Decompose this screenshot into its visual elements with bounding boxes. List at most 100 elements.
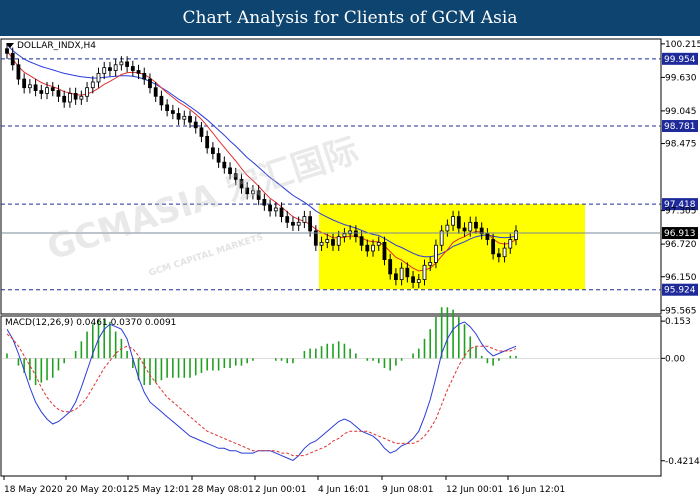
candle-body (125, 61, 130, 67)
candle-body (325, 239, 330, 243)
candle-body (285, 216, 290, 223)
candle-body (508, 239, 513, 249)
candle-body (148, 78, 152, 89)
candle-body (496, 253, 501, 258)
candle-body (39, 90, 44, 94)
x-tick-label: 20 May 20:01 (66, 485, 128, 495)
candle-body (502, 247, 507, 258)
level-tag-label: 99.954 (664, 55, 696, 65)
candle-body (268, 204, 272, 212)
candle-body (159, 95, 164, 106)
candle-body (291, 221, 295, 226)
macd-label: MACD(12,26,9) 0.0461 0.0370 0.0091 (5, 318, 176, 328)
candle-body (205, 135, 210, 149)
level-tag-label: 95.924 (664, 286, 696, 296)
symbol-label: DOLLAR_INDX,H4 (17, 41, 96, 51)
x-tick-label: 12 Jun 00:01 (446, 485, 503, 495)
x-tick-label: 25 May 12:01 (128, 485, 190, 495)
x-tick-label: 18 May 2020 (4, 485, 63, 495)
candle-body (153, 87, 158, 97)
candle-body (10, 52, 15, 66)
candle-body (388, 259, 393, 275)
candle-body (85, 87, 89, 97)
candle-body (451, 216, 455, 226)
candle-body (216, 153, 221, 163)
candle-body (5, 48, 9, 54)
candle-body (342, 233, 347, 238)
candle-body (199, 127, 204, 137)
candle-body (485, 233, 490, 240)
candle-body (411, 276, 415, 283)
y-tick-label: 98.475 (665, 140, 697, 150)
x-tick-label: 2 Jun 00:01 (255, 485, 306, 495)
candle-body (399, 267, 404, 281)
candle-body (142, 72, 147, 80)
y-tick-label: 99.045 (665, 107, 697, 117)
candle-body (170, 110, 175, 114)
macd-y-tick-label: 0.00 (665, 354, 685, 364)
candle-body (382, 241, 387, 260)
candle-body (462, 227, 467, 232)
chart-area: 99.95498.78197.41895.924 96.913 100.2159… (0, 38, 700, 495)
candle-body (176, 113, 181, 120)
candle-body (468, 221, 473, 232)
candle-body (456, 216, 461, 229)
candle-body (302, 216, 307, 223)
candle-body (182, 115, 187, 120)
candle-body (45, 87, 49, 94)
candle-body (336, 236, 341, 246)
candle-body (96, 72, 101, 83)
candle-body (50, 87, 55, 91)
candle-body (102, 67, 107, 74)
candle-body (353, 230, 358, 238)
y-tick-label: 96.720 (665, 240, 697, 250)
y-tick-label: 100.215 (665, 40, 700, 50)
y-tick-label: 96.150 (665, 273, 697, 283)
candle-body (73, 93, 78, 100)
candle-body (22, 78, 27, 89)
x-tick-label: 9 Jun 08:01 (382, 485, 433, 495)
candle-body (416, 279, 421, 283)
candle-body (514, 230, 518, 240)
candle-body (273, 207, 278, 212)
candle-body (474, 221, 478, 229)
candle-body (308, 216, 313, 232)
candle-body (62, 95, 67, 103)
candle-body (491, 239, 496, 255)
candle-body (405, 267, 410, 278)
candle-body (68, 93, 72, 103)
candle-body (165, 104, 170, 112)
candle-body (193, 121, 198, 129)
candle-body (27, 84, 32, 89)
candle-body (56, 90, 61, 97)
candle-body (319, 241, 324, 246)
candle-body (188, 115, 192, 123)
candle-body (371, 244, 375, 252)
x-tick-label: 16 Jun 12:01 (508, 485, 565, 495)
candle-body (130, 66, 135, 71)
candle-body (434, 244, 438, 263)
candle-body (33, 84, 38, 91)
candle-body (422, 264, 427, 281)
candle-body (136, 70, 141, 74)
y-tick-label: 99.630 (665, 73, 697, 83)
level-tag-label: 98.781 (664, 122, 696, 132)
candle-body (393, 273, 398, 281)
candle-body (445, 224, 450, 232)
y-tick-label: 97.305 (665, 207, 697, 217)
candle-body (365, 244, 370, 252)
candle-body (90, 81, 95, 89)
candle-body (113, 64, 118, 71)
candle-body (16, 64, 21, 80)
candle-body (108, 67, 112, 71)
candle-body (359, 236, 364, 246)
candle-body (428, 262, 433, 266)
candle-body (119, 61, 124, 66)
candle-body (296, 221, 301, 226)
candle-body (79, 95, 84, 100)
chart-title: Chart Analysis for Clients of GCM Asia (0, 0, 700, 36)
macd-y-tick-label: -0.4214 (665, 457, 700, 467)
current-price-label: 96.913 (664, 229, 696, 239)
x-tick-label: 28 May 08:01 (192, 485, 254, 495)
macd-y-tick-label: 0.153 (665, 317, 691, 327)
